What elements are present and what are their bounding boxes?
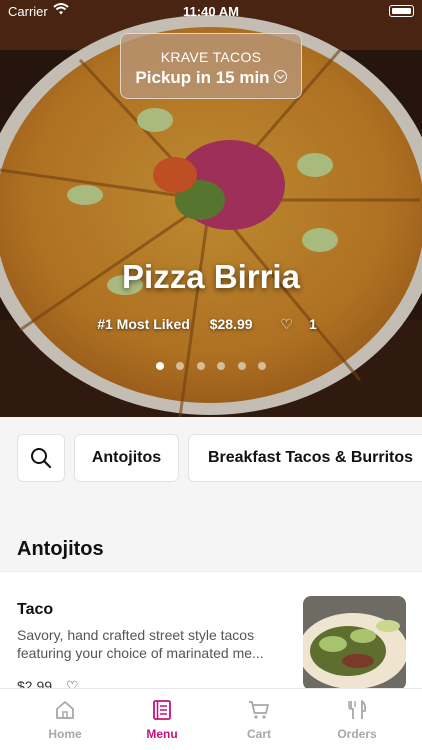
menu-item-photo	[303, 596, 406, 690]
featured-likes[interactable]: ♡ 1	[272, 316, 324, 332]
menu-icon	[153, 700, 171, 720]
tab-home-label: Home	[48, 727, 82, 741]
category-bar: Antojitos Breakfast Tacos & Burritos	[0, 417, 422, 501]
search-button[interactable]	[17, 434, 65, 482]
menu-item-name: Taco	[17, 601, 54, 618]
tab-orders[interactable]: Orders	[308, 689, 406, 750]
search-icon	[31, 448, 52, 469]
status-time: 11:40 AM	[183, 4, 239, 19]
carousel-dot[interactable]	[176, 362, 185, 370]
tab-home[interactable]: Home	[16, 689, 114, 750]
tab-menu-label: Menu	[146, 727, 178, 741]
featured-meta: #1 Most Liked $28.99 ♡ 1	[0, 316, 422, 333]
section-header: Antojitos	[0, 501, 422, 571]
featured-price: $28.99	[209, 316, 253, 332]
menu-item[interactable]: Taco Savory, hand crafted street style t…	[0, 571, 422, 694]
cart-icon	[249, 701, 269, 719]
carousel-dots[interactable]	[0, 357, 422, 375]
tab-cart-label: Cart	[246, 727, 271, 741]
category-chip-antojitos[interactable]: Antojitos	[74, 434, 179, 482]
tab-orders-label: Orders	[337, 727, 377, 741]
pickup-selector[interactable]: KRAVE TACOS Pickup in 15 min	[120, 33, 302, 99]
section-title: Antojitos	[17, 538, 104, 560]
home-icon	[56, 701, 74, 719]
orders-icon	[348, 700, 367, 719]
heart-icon: ♡	[280, 316, 293, 332]
status-bar: Carrier 11:40 AM	[0, 0, 422, 22]
featured-hero[interactable]: Carrier 11:40 AM KRAVE TACOS Pickup in 1…	[0, 0, 422, 417]
carousel-dot[interactable]	[196, 362, 205, 370]
tab-bar: Home Menu Cart Orders	[0, 688, 422, 750]
taco-photo	[303, 596, 406, 690]
battery-icon	[389, 5, 414, 17]
tab-menu[interactable]: Menu	[113, 689, 211, 750]
store-name: KRAVE TACOS	[160, 49, 262, 65]
carousel-dot[interactable]	[237, 362, 246, 370]
featured-rank: #1 Most Liked	[97, 316, 190, 332]
menu-item-description: Savory, hand crafted street style tacos …	[17, 627, 264, 661]
tab-cart[interactable]: Cart	[210, 689, 308, 750]
pickup-time: Pickup in 15 min	[121, 68, 301, 88]
carousel-dot[interactable]	[155, 362, 164, 370]
chevron-down-icon	[273, 70, 287, 83]
carousel-dot[interactable]	[217, 362, 226, 370]
category-chip-breakfast[interactable]: Breakfast Tacos & Burritos	[188, 434, 422, 482]
carousel-dot[interactable]	[258, 362, 267, 370]
pickup-text: Pickup in 15 min	[135, 68, 270, 87]
featured-title: Pizza Birria	[122, 258, 300, 295]
featured-like-count: 1	[308, 316, 317, 332]
